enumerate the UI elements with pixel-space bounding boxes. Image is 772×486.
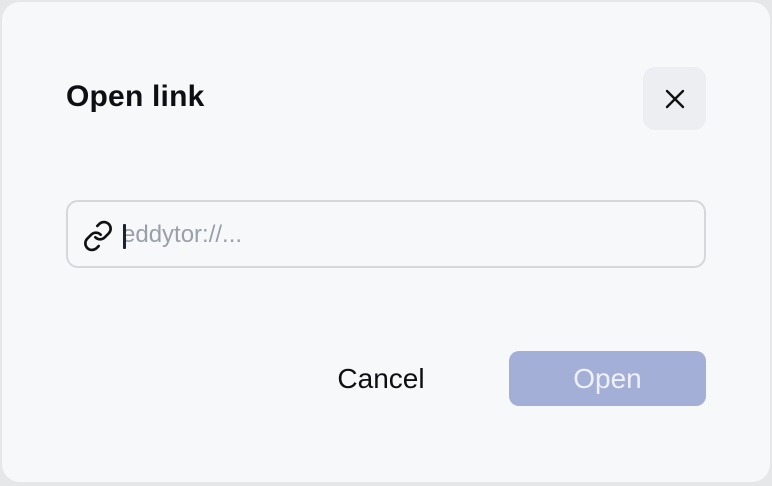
text-caret	[123, 224, 126, 249]
close-button[interactable]	[643, 67, 706, 130]
dialog-title: Open link	[66, 80, 205, 113]
open-button[interactable]: Open	[509, 351, 706, 406]
open-link-dialog: Open link Cancel Open	[2, 2, 770, 482]
url-input[interactable]	[122, 214, 682, 256]
close-icon	[665, 89, 684, 108]
url-field[interactable]	[66, 200, 706, 268]
cancel-button[interactable]: Cancel	[314, 352, 448, 406]
link-icon	[84, 220, 112, 252]
